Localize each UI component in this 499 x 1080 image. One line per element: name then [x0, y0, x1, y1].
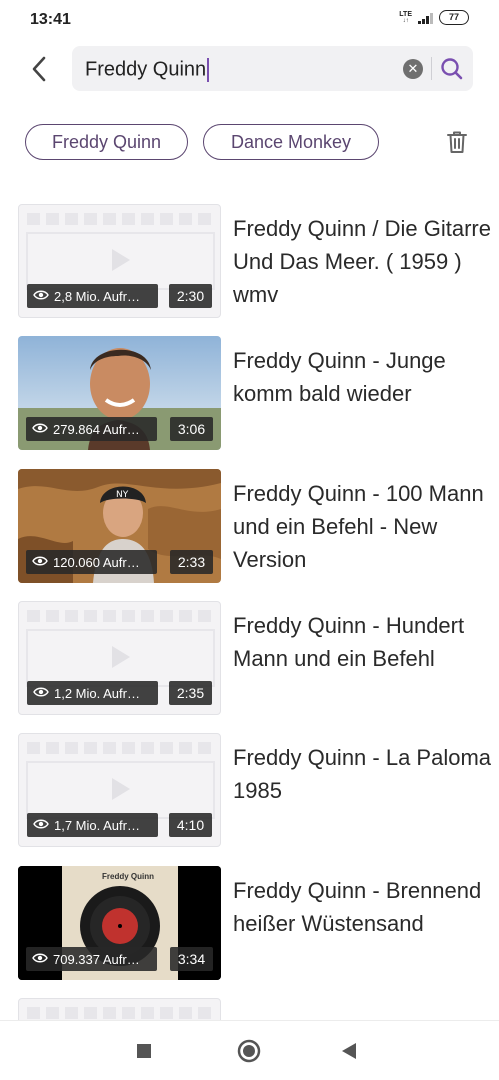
- system-nav-bar: [0, 1020, 499, 1080]
- record-label-text: Freddy Quinn: [102, 872, 154, 881]
- video-item[interactable]: NY 120.060 Aufr… 2:33 Freddy Quinn - 100…: [0, 469, 499, 585]
- view-count-badge: 1,2 Mio. Aufr…: [27, 681, 158, 705]
- view-count-text: 1,7 Mio. Aufr…: [54, 817, 140, 833]
- view-count-badge: 279.864 Aufr…: [26, 417, 157, 441]
- video-title: Freddy Quinn - Brennend heißer Wüstensan…: [233, 878, 482, 936]
- clear-history-button[interactable]: [443, 128, 471, 156]
- video-item[interactable]: 279.864 Aufr… 3:06 Freddy Quinn - Junge …: [0, 336, 499, 452]
- history-chip-dance-monkey[interactable]: Dance Monkey: [203, 124, 379, 160]
- search-button[interactable]: [439, 56, 465, 82]
- view-count-badge: 1,7 Mio. Aufr…: [27, 813, 158, 837]
- duration-badge: 3:06: [170, 417, 213, 441]
- lte-indicator: LTE ↓↑: [399, 10, 412, 24]
- text-cursor: [207, 58, 210, 82]
- video-title: Freddy Quinn - 100 Mann und ein Befehl -…: [233, 481, 484, 572]
- search-input[interactable]: Freddy Quinn: [85, 58, 210, 82]
- signal-icon: [418, 12, 433, 24]
- history-chip-freddy-quinn[interactable]: Freddy Quinn: [25, 124, 188, 160]
- circle-icon: [237, 1039, 261, 1063]
- view-count-text: 279.864 Aufr…: [53, 421, 140, 437]
- back-nav-button[interactable]: [341, 1042, 357, 1065]
- video-thumbnail: NY 120.060 Aufr… 2:33: [18, 469, 221, 583]
- video-item[interactable]: 2,8 Mio. Aufr… 2:30 Freddy Quinn / Die G…: [0, 204, 499, 320]
- search-bar: Freddy Quinn ✕: [72, 46, 473, 91]
- eye-icon: [32, 952, 48, 967]
- duration-badge: 4:10: [169, 813, 212, 837]
- view-count-badge: 2,8 Mio. Aufr…: [27, 284, 158, 308]
- video-thumbnail: 2,8 Mio. Aufr… 2:30: [18, 204, 221, 318]
- eye-icon: [32, 555, 48, 570]
- video-title: Freddy Quinn - Junge komm bald wieder: [233, 348, 446, 406]
- chevron-left-icon: [32, 56, 46, 82]
- search-query-text: Freddy Quinn: [85, 58, 207, 81]
- recents-button[interactable]: [136, 1043, 152, 1064]
- status-time: 13:41: [30, 11, 71, 28]
- status-indicators: LTE ↓↑ 77: [399, 10, 469, 25]
- clear-search-button[interactable]: ✕: [403, 59, 423, 79]
- home-button[interactable]: [237, 1039, 261, 1068]
- trash-icon: [447, 131, 467, 153]
- close-icon: ✕: [407, 61, 419, 76]
- video-thumbnail: 279.864 Aufr… 3:06: [18, 336, 221, 450]
- battery-icon: 77: [439, 10, 469, 25]
- square-icon: [137, 1044, 151, 1058]
- video-item[interactable]: Freddy Quinn 709.337 Aufr… 3:34 Freddy Q…: [0, 866, 499, 982]
- status-bar: 13:41 LTE ↓↑ 77: [0, 0, 499, 40]
- back-button[interactable]: [24, 52, 54, 86]
- duration-badge: 2:35: [169, 681, 212, 705]
- duration-badge: 2:30: [169, 284, 212, 308]
- video-thumbnail: 1,2 Mio. Aufr… 2:35: [18, 601, 221, 715]
- eye-icon: [33, 818, 49, 833]
- eye-icon: [32, 422, 48, 437]
- triangle-back-icon: [342, 1043, 356, 1059]
- video-title: Freddy Quinn - La Paloma 1985: [233, 745, 492, 803]
- search-divider: [431, 57, 432, 80]
- view-count-text: 2,8 Mio. Aufr…: [54, 288, 140, 304]
- view-count-badge: 120.060 Aufr…: [26, 550, 157, 574]
- eye-icon: [33, 289, 49, 304]
- view-count-badge: 709.337 Aufr…: [26, 947, 157, 971]
- video-title: Freddy Quinn - Hundert Mann und ein Befe…: [233, 613, 465, 671]
- video-thumbnail: Freddy Quinn 709.337 Aufr… 3:34: [18, 866, 221, 980]
- search-icon: [441, 58, 463, 80]
- video-title: Freddy Quinn / Die Gitarre Und Das Meer.…: [233, 216, 491, 307]
- duration-badge: 2:33: [170, 550, 213, 574]
- view-count-text: 709.337 Aufr…: [53, 951, 140, 967]
- video-item[interactable]: 1,7 Mio. Aufr… 4:10 Freddy Quinn - La Pa…: [0, 733, 499, 849]
- video-item[interactable]: 1,2 Mio. Aufr… 2:35 Freddy Quinn - Hunde…: [0, 601, 499, 717]
- view-count-text: 120.060 Aufr…: [53, 554, 140, 570]
- duration-badge: 3:34: [170, 947, 213, 971]
- svg-text:NY: NY: [116, 490, 129, 500]
- eye-icon: [33, 686, 49, 701]
- view-count-text: 1,2 Mio. Aufr…: [54, 685, 140, 701]
- video-thumbnail: 1,7 Mio. Aufr… 4:10: [18, 733, 221, 847]
